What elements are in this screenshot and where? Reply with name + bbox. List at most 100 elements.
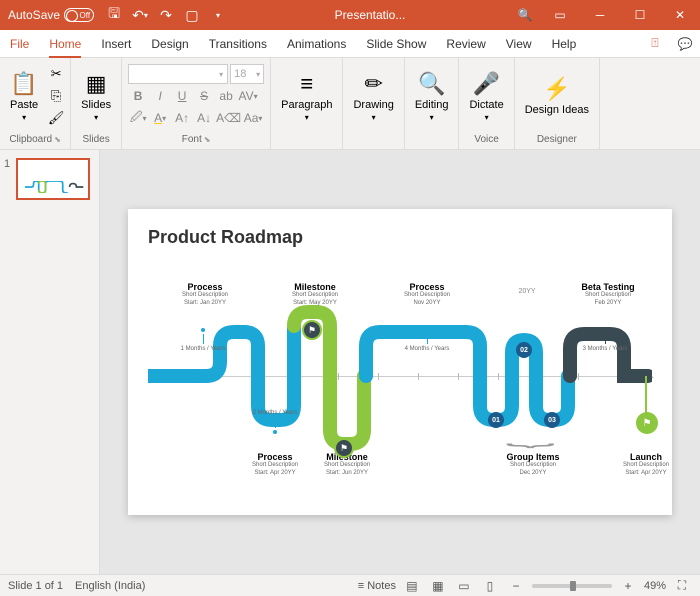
group-editing-label [409,143,455,147]
tab-help[interactable]: Help [542,30,587,58]
undo-icon[interactable]: ↶▾ [128,3,152,27]
maximize-icon[interactable]: ☐ [620,0,660,30]
paragraph-button[interactable]: ≡ Paragraph ▾ [275,60,338,132]
autosave-toggle[interactable]: Off [64,8,94,22]
duration-label: 1 Months / Years [172,328,234,352]
roadmap-item: ProcessShort DescriptionStart: Apr 20YY [240,452,310,478]
slides-button[interactable]: ▦ Slides ▾ [75,60,117,132]
redo-icon[interactable]: ↷ [154,3,178,27]
group-slides-label: Slides [75,132,117,147]
clear-formatting-button[interactable]: A⌫ [216,108,241,128]
slideshow-view-icon[interactable]: ▯ [480,577,500,595]
tab-review[interactable]: Review [436,30,495,58]
roadmap-year: 20YY [512,288,542,295]
spacing-button[interactable]: AV▾ [238,86,258,106]
drawing-button[interactable]: ✏ Drawing ▾ [347,60,399,132]
format-painter-icon[interactable]: 🖌 [46,108,66,128]
group-drawing-label [347,143,399,147]
roadmap-item: MilestoneShort DescriptionStart: May 20Y… [280,282,350,308]
group-paragraph-label [275,143,338,147]
zoom-slider[interactable] [532,584,612,588]
copy-icon[interactable]: ⎘ [46,86,66,106]
group-designer-label: Designer [519,132,595,147]
milestone-flag-icon: ⚑ [334,438,354,458]
tab-file[interactable]: File [0,30,39,58]
font-launcher[interactable]: ⬊ [204,135,211,144]
designer-icon: ⚡ [543,76,570,102]
thumb-number: 1 [4,158,12,200]
highlight-button[interactable]: A▾ [150,108,170,128]
increase-font-button[interactable]: A↑ [172,108,192,128]
editing-button[interactable]: 🔍 Editing ▾ [409,60,455,132]
notes-button[interactable]: ≡ Notes [358,580,396,592]
duration-label: 3 Months / Years [574,328,636,352]
duration-label: 4 Months / Years [396,328,458,352]
group-clipboard-label: Clipboard [9,134,52,145]
strikethrough-button[interactable]: S [194,86,214,106]
present-icon[interactable]: ▢ [180,3,204,27]
new-slide-icon: ▦ [86,71,107,97]
badge-01: 01 [488,412,504,428]
cut-icon[interactable]: ✂ [46,64,66,84]
font-size-combo[interactable]: 18▾ [230,64,264,84]
close-icon[interactable]: ✕ [660,0,700,30]
fit-to-window-icon[interactable]: ⛶ [672,577,692,595]
font-name-combo[interactable]: ▾ [128,64,228,84]
change-case-button[interactable]: Aa▾ [243,108,263,128]
zoom-level[interactable]: 49% [644,580,666,592]
tab-slideshow[interactable]: Slide Show [356,30,436,58]
status-language[interactable]: English (India) [75,580,145,592]
slide-title: Product Roadmap [148,227,652,248]
tab-home[interactable]: Home [39,30,91,58]
window-title: Presentatio... [230,8,510,22]
clipboard-icon: 📋 [10,71,37,97]
badge-02: 02 [516,342,532,358]
reading-view-icon[interactable]: ▭ [454,577,474,595]
comments-icon[interactable]: 💬 [670,30,700,58]
clipboard-launcher[interactable]: ⬊ [54,135,61,144]
autosave-label: AutoSave [8,8,60,22]
tab-transitions[interactable]: Transitions [199,30,277,58]
shapes-icon: ✏ [364,71,382,97]
decrease-font-button[interactable]: A↓ [194,108,214,128]
italic-button[interactable]: I [150,86,170,106]
zoom-out-icon[interactable]: − [506,577,526,595]
paste-button[interactable]: 📋 Paste ▾ [4,60,44,132]
paragraph-icon: ≡ [300,71,313,97]
launch-flag-icon: ⚑ [636,412,658,434]
ribbon-display-icon[interactable]: ▭ [540,0,580,30]
slide-canvas[interactable]: Product Roadmap ▸ ProcessShort Descripti… [100,150,700,574]
dictate-button[interactable]: 🎤 Dictate ▾ [463,60,509,132]
roadmap-item: Beta TestingShort DescriptionFeb 20YY [568,282,648,308]
save-icon[interactable]: 🖫 [102,3,126,27]
minimize-icon[interactable]: ─ [580,0,620,30]
slide: Product Roadmap ▸ ProcessShort Descripti… [128,209,672,515]
search-icon[interactable]: 🔍 [510,0,540,30]
roadmap-item: ProcessShort DescriptionNov 20YY [392,282,462,308]
qat-customize-icon[interactable]: ▾ [206,3,230,27]
find-icon: 🔍 [418,71,445,97]
tab-animations[interactable]: Animations [277,30,356,58]
normal-view-icon[interactable]: ▤ [402,577,422,595]
share-icon[interactable]: ⍐ [640,30,670,58]
zoom-in-icon[interactable]: + [618,577,638,595]
launch-stem [645,376,647,414]
duration-label: 2 Months / Years [244,410,306,434]
design-ideas-button[interactable]: ⚡ Design Ideas [519,60,595,132]
shadow-button[interactable]: ab [216,86,236,106]
status-slide: Slide 1 of 1 [8,580,63,592]
tab-view[interactable]: View [496,30,542,58]
tab-insert[interactable]: Insert [91,30,141,58]
sorter-view-icon[interactable]: ▦ [428,577,448,595]
font-color-button[interactable]: 🖉▾ [128,108,148,128]
underline-button[interactable]: U [172,86,192,106]
milestone-flag-icon: ⚑ [302,320,322,340]
group-font-label: Font [182,134,202,145]
slide-thumbnail[interactable] [16,158,90,200]
bold-button[interactable]: B [128,86,148,106]
tab-design[interactable]: Design [141,30,198,58]
roadmap-item: LaunchShort DescriptionStart: Apr 20YY [616,452,676,478]
brace-icon: ⏟ [506,424,555,447]
roadmap-item: Group ItemsShort DescriptionDec 20YY [488,452,578,478]
roadmap-item: ProcessShort DescriptionStart: Jan 20YY [170,282,240,308]
